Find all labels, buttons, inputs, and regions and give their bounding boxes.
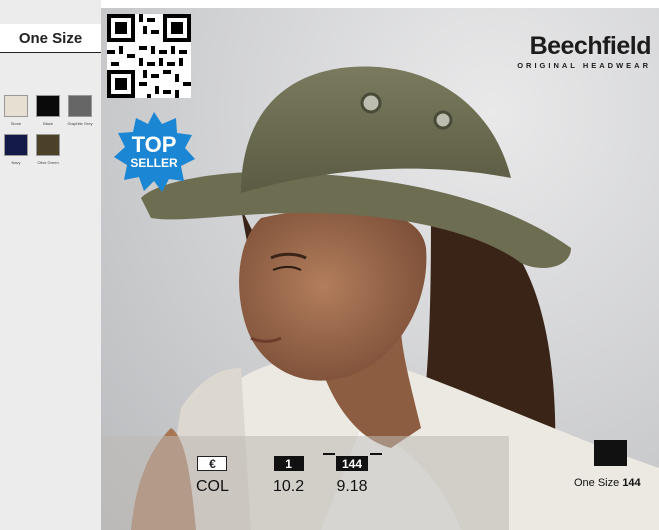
swatch-olive-green[interactable]: Olive Green	[36, 134, 60, 165]
tier-dash	[370, 453, 382, 455]
tier-dash	[323, 453, 335, 455]
color-swatches: Stone Black Graphite Grey Navy Olive Gre…	[4, 95, 100, 173]
swatch-label: Graphite Grey	[67, 121, 93, 126]
price-column-currency: € COL	[196, 456, 229, 496]
swatch-navy[interactable]: Navy	[4, 134, 28, 165]
price-value: 10.2	[273, 478, 305, 495]
swatch-label: Stone	[10, 121, 22, 126]
brand-tagline: ORIGINAL HEADWEAR	[517, 61, 651, 70]
swatch-stone-color	[4, 95, 28, 117]
swatch-label: Black	[43, 121, 53, 126]
top-seller-badge: TOP SELLER	[113, 110, 195, 192]
sidebar: One Size Stone Black Graphite Grey Navy	[0, 0, 101, 530]
swatch-black-color	[36, 95, 60, 117]
price-value: 9.18	[336, 478, 368, 495]
badge-line-seller: SELLER	[130, 155, 178, 170]
swatch-label: Navy	[11, 160, 21, 165]
carton-size: One Size	[574, 477, 623, 489]
swatch-graphite-grey-color	[68, 95, 92, 117]
brand-name: Beechfield	[529, 32, 652, 60]
swatch-stone[interactable]: Stone	[4, 95, 28, 126]
carton-box-icon	[594, 440, 627, 466]
swatch-graphite-grey[interactable]: Graphite Grey	[67, 95, 93, 126]
badge-line-top: TOP	[131, 131, 177, 157]
price-column-qty-1: 1 10.2	[273, 456, 304, 496]
brand-logo: Beechfield ORIGINAL HEADWEAR	[517, 32, 651, 70]
currency-label: COL	[196, 478, 229, 495]
qr-code-icon	[107, 14, 191, 98]
swatch-black[interactable]: Black	[36, 95, 60, 126]
swatch-navy-color	[4, 134, 28, 156]
price-column-qty-144: 144 9.18	[336, 456, 369, 496]
carton-label: One Size 144	[574, 477, 641, 489]
price-band: € COL 1 10.2 144 9.18	[101, 436, 509, 530]
swatch-olive-green-color	[36, 134, 60, 156]
qty-tag: 144	[336, 456, 369, 471]
qr-code[interactable]	[107, 14, 191, 98]
size-tab[interactable]: One Size	[0, 24, 101, 53]
swatch-label: Olive Green	[37, 160, 59, 165]
carton-qty: 144	[622, 477, 641, 489]
qty-tag: 1	[273, 456, 304, 471]
euro-icon: €	[197, 456, 228, 471]
